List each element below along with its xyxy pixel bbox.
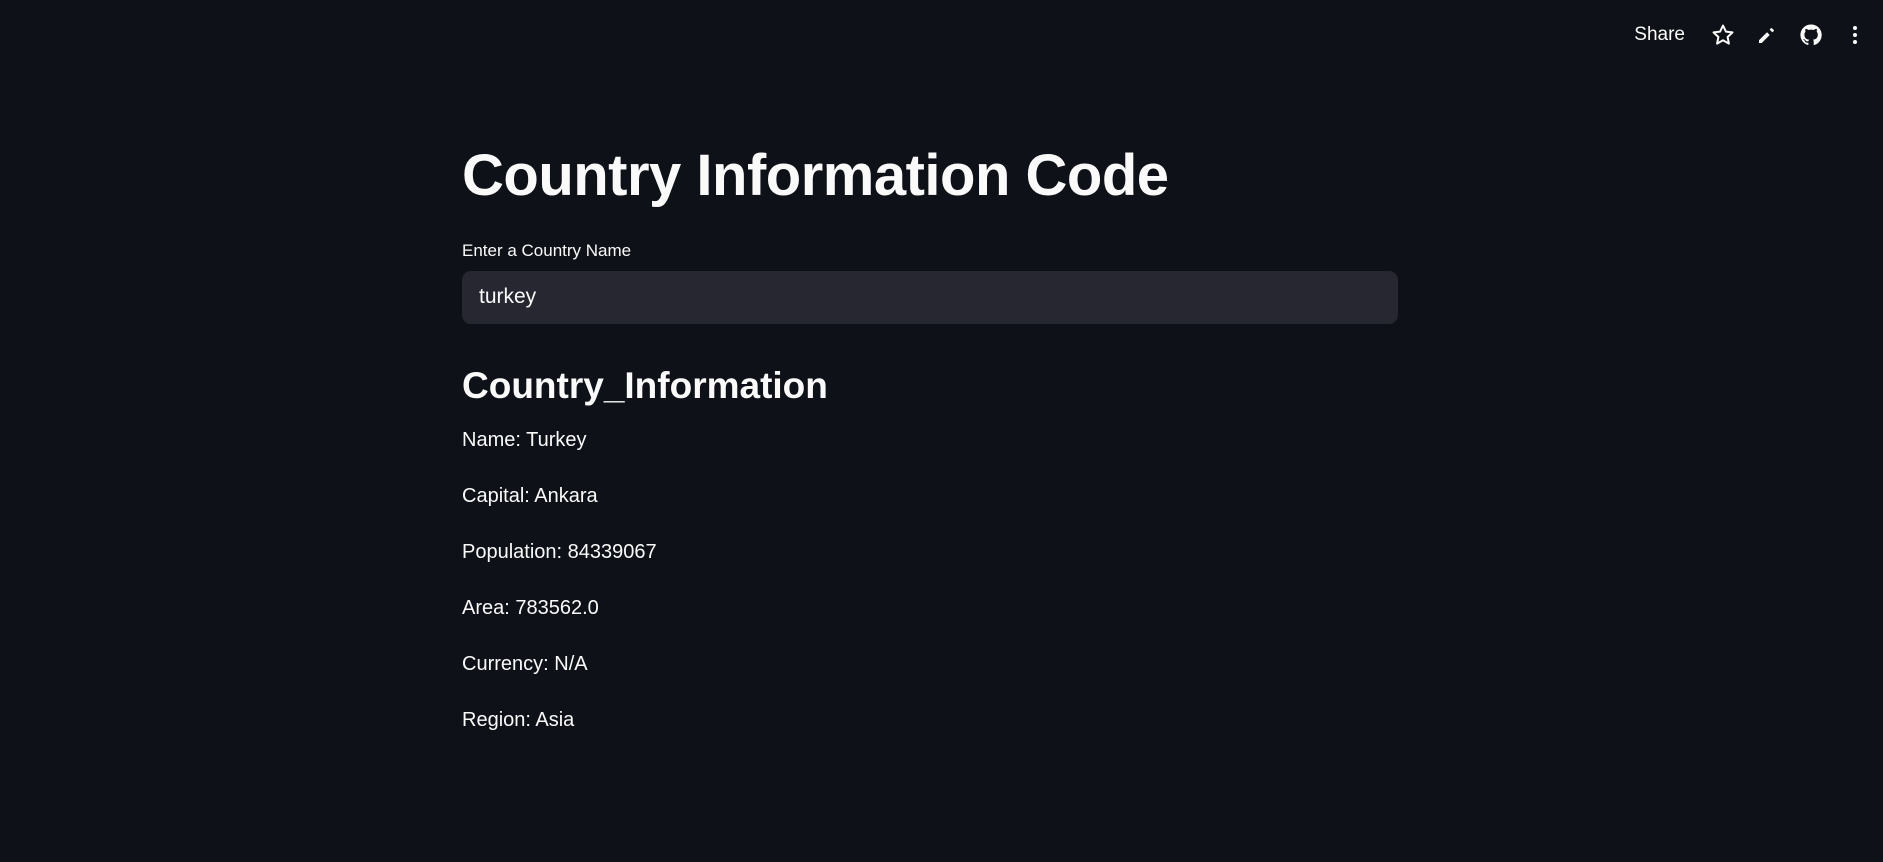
country-population-text: Population: 84339067 — [462, 540, 657, 563]
edit-icon[interactable] — [1755, 23, 1779, 47]
more-icon[interactable] — [1843, 23, 1867, 47]
share-button[interactable]: Share — [1634, 24, 1685, 46]
country-input-label: Enter a Country Name — [462, 240, 632, 260]
country-information-header: Country_Information — [462, 364, 828, 406]
star-icon[interactable] — [1711, 23, 1735, 47]
main-content: Country Information Code Enter a Country… — [462, 140, 1398, 764]
country-region-text: Region: Asia — [462, 708, 575, 731]
github-icon[interactable] — [1799, 23, 1823, 47]
app-header: Share — [1614, 0, 1883, 70]
country-area-text: Area: 783562.0 — [462, 596, 599, 619]
page-title: Country Information Code — [462, 143, 1169, 208]
country-name-input[interactable] — [462, 270, 1398, 324]
country-capital-text: Capital: Ankara — [462, 484, 598, 507]
country-currency-text: Currency: N/A — [462, 652, 588, 675]
country-name-text: Name: Turkey — [462, 428, 587, 451]
country-info-list: Name: Turkey Capital: Ankara Population:… — [462, 428, 1398, 732]
